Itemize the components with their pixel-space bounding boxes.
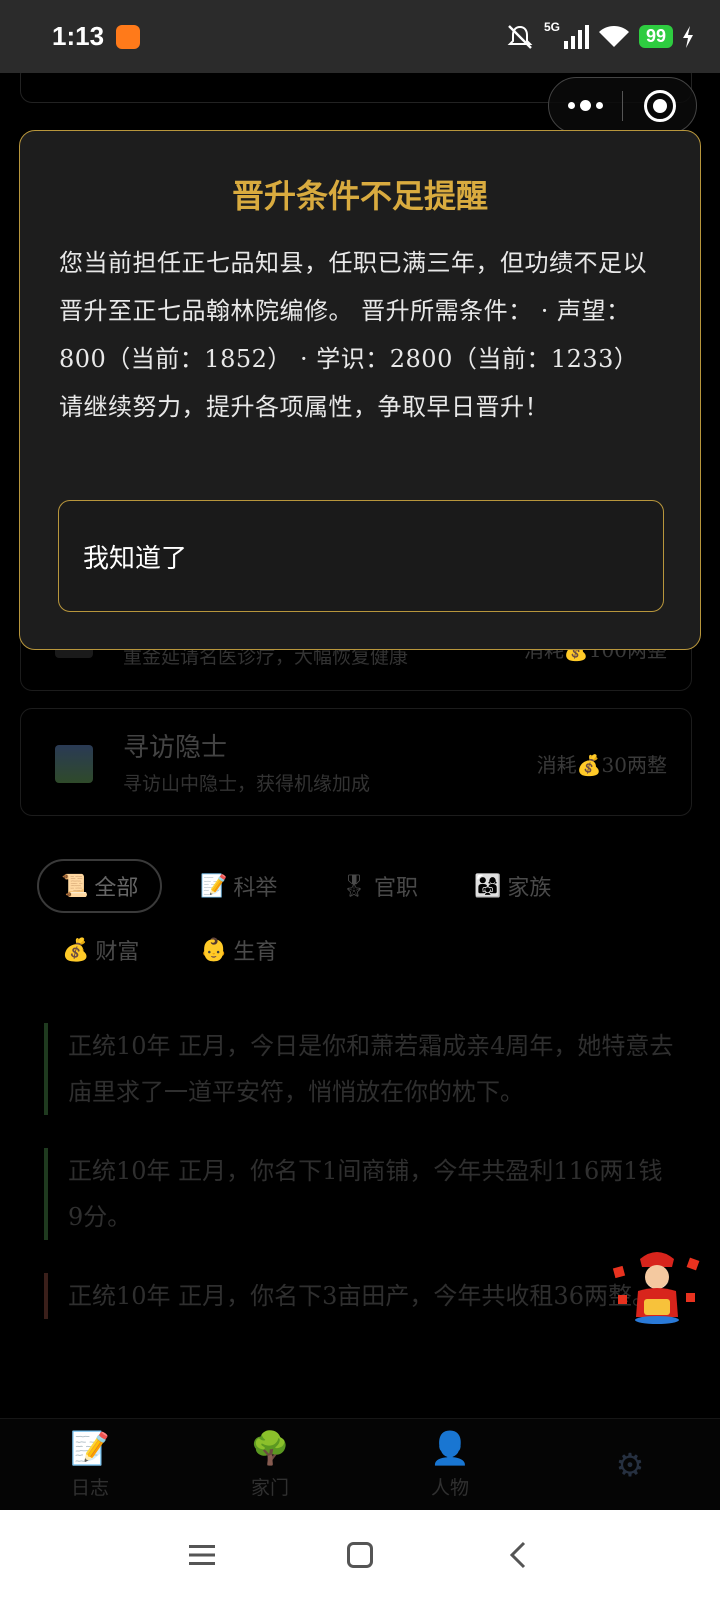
wifi-icon	[598, 25, 629, 47]
back-chevron-icon[interactable]	[503, 1540, 533, 1570]
log-item: 正统10年 正月，今日是你和萧若霜成亲4周年，她特意去庙里求了一道平安符，悄悄放…	[44, 1023, 674, 1115]
card-title: 寻访隐士	[123, 733, 228, 763]
dialog-title: 晋升条件不足提醒	[231, 177, 488, 215]
status-time: 1:13	[52, 21, 105, 51]
medal-icon: 🎖	[340, 873, 368, 899]
tab-log[interactable]: 📝 日志	[0, 1419, 180, 1510]
fortune-god-mascot-icon[interactable]	[612, 1245, 702, 1325]
more-dots-icon[interactable]	[549, 100, 622, 111]
filter-exam[interactable]: 📝 科举	[178, 859, 299, 913]
filter-wealth[interactable]: 💰 财富	[40, 923, 161, 977]
dialog-message: 您当前担任正七品知县，任职已满三年，但功绩不足以晋升至正七品翰林院编修。 晋升所…	[59, 249, 647, 421]
menu-lines-icon[interactable]	[187, 1540, 217, 1570]
filter-birth[interactable]: 👶 生育	[178, 923, 299, 977]
memo-icon: 📝	[200, 873, 228, 899]
family-icon: 👨‍👩‍👧	[474, 873, 502, 899]
tree-icon: 🌳	[250, 1429, 290, 1467]
bottom-tab-bar: 📝 日志 🌳 家门 👤 人物 ⚙	[0, 1418, 720, 1510]
target-close-icon[interactable]	[623, 89, 696, 122]
filter-family[interactable]: 👨‍👩‍👧 家族	[452, 859, 573, 913]
log-item: 正统10年 正月，你名下3亩田产，今年共收租36两整。	[44, 1273, 674, 1319]
acknowledge-button[interactable]: 我知道了	[58, 500, 664, 612]
person-icon: 👤	[430, 1429, 470, 1467]
network-type: 5G	[543, 19, 560, 34]
gear-icon: ⚙	[615, 1445, 645, 1484]
filter-office[interactable]: 🎖 官职	[318, 859, 440, 913]
baby-icon: 👶	[200, 937, 228, 963]
charging-bolt-icon	[683, 25, 693, 48]
miniprogram-capsule	[548, 77, 697, 134]
mute-bell-icon	[507, 24, 533, 49]
scroll-icon: 📜	[61, 873, 89, 899]
tab-settings[interactable]: ⚙	[540, 1419, 720, 1510]
home-square-icon[interactable]	[345, 1540, 375, 1570]
money-bag-icon: 💰	[62, 937, 90, 963]
log-item: 正统10年 正月，你名下1间商铺，今年共盈利116两1钱9分。	[44, 1148, 674, 1240]
promotion-alert-dialog: 晋升条件不足提醒 您当前担任正七品知县，任职已满三年，但功绩不足以晋升至正七品翰…	[19, 130, 701, 650]
status-bar: 1:13 5G 99	[0, 0, 720, 73]
memo-icon: 📝	[70, 1429, 110, 1467]
landscape-icon	[55, 745, 93, 783]
action-card-hermit[interactable]: 寻访隐士 寻访山中隐士，获得机缘加成 消耗💰30两整	[20, 708, 692, 816]
tab-person[interactable]: 👤 人物	[360, 1419, 540, 1510]
tab-family[interactable]: 🌳 家门	[180, 1419, 360, 1510]
signal-icon	[563, 24, 589, 49]
status-icons: 5G 99	[505, 19, 694, 51]
system-nav-bar	[0, 1510, 720, 1600]
filter-all[interactable]: 📜 全部	[37, 859, 163, 913]
app-notification-icon	[116, 24, 141, 49]
card-cost: 消耗💰30两整	[536, 753, 667, 777]
battery-level: 99	[638, 25, 673, 48]
card-desc: 寻访山中隐士，获得机缘加成	[123, 773, 371, 795]
